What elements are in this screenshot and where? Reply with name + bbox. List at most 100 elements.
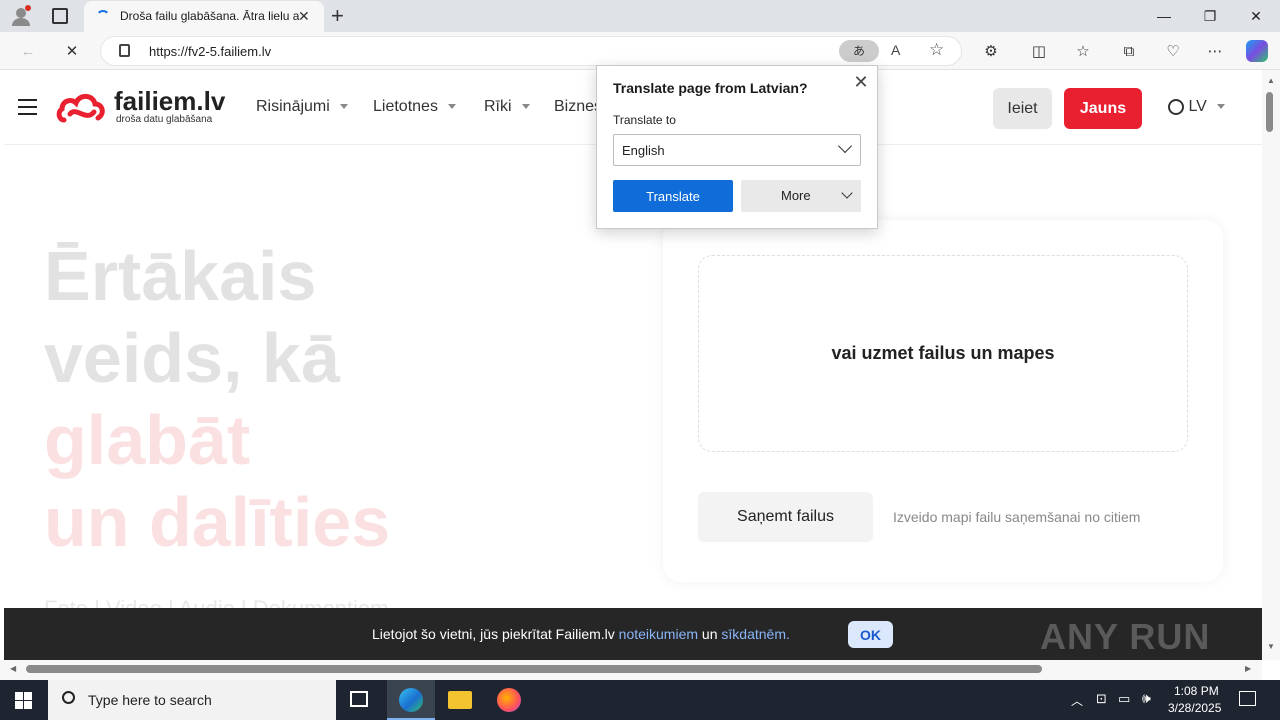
- translate-title: Translate page from Latvian?: [613, 80, 808, 96]
- globe-icon: [1168, 98, 1184, 115]
- logo-tagline: droša datu glabāšana: [116, 114, 213, 125]
- hero-line: glabāt: [44, 401, 251, 479]
- site-logo[interactable]: failiem.lv droša datu glabāšana: [56, 86, 236, 128]
- translate-button[interactable]: Translate: [613, 180, 733, 212]
- cookies-link[interactable]: sīkdatnēm.: [721, 626, 789, 642]
- vertical-scrollbar[interactable]: ▲ ▼: [1262, 70, 1280, 660]
- nav-label: Rīki: [484, 98, 512, 115]
- copilot-icon[interactable]: [1246, 40, 1268, 62]
- logo-name: failiem.lv: [114, 86, 226, 116]
- chevron-down-icon: [339, 104, 348, 110]
- new-tab-icon[interactable]: +: [331, 3, 344, 29]
- stop-icon[interactable]: ✕: [61, 40, 83, 62]
- search-placeholder: Type here to search: [88, 692, 212, 708]
- browser-tab[interactable]: Droša failu glabāšana. Ātra lielu a ✕: [84, 1, 324, 32]
- language-selector[interactable]: LV: [1168, 98, 1225, 116]
- taskbar: Type here to search ︿ ⊡ ▭ 🕪 1:08 PM 3/28…: [0, 680, 1280, 720]
- horizontal-scroll-thumb[interactable]: [26, 665, 1042, 673]
- translate-to-label: Translate to: [613, 113, 676, 127]
- notifications-icon[interactable]: [1239, 691, 1256, 706]
- settings-more-icon[interactable]: ⋯: [1204, 40, 1226, 62]
- horizontal-scrollbar[interactable]: ◀ ▶: [0, 660, 1262, 680]
- nav-biznes[interactable]: Biznes: [554, 98, 602, 116]
- login-button[interactable]: Ieiet: [993, 88, 1052, 129]
- firefox-icon[interactable]: [497, 688, 521, 712]
- file-dropzone[interactable]: vai uzmet failus un mapes: [698, 255, 1188, 452]
- more-label: More: [781, 188, 811, 203]
- language-label: LV: [1188, 98, 1207, 115]
- translate-popup: Translate page from Latvian? ✕ Translate…: [596, 65, 878, 229]
- task-view-icon[interactable]: [350, 691, 368, 707]
- hamburger-menu-icon[interactable]: [18, 99, 37, 115]
- nav-risinajumi[interactable]: Risinājumi: [256, 98, 348, 116]
- lock-icon[interactable]: [119, 44, 130, 57]
- cloud-logo-icon: [56, 93, 105, 123]
- clock-date[interactable]: 3/28/2025: [1168, 701, 1221, 715]
- scroll-left-icon[interactable]: ◀: [10, 664, 16, 673]
- network-icon[interactable]: ⊡: [1096, 691, 1107, 707]
- restore-icon[interactable]: ❐: [1187, 0, 1233, 32]
- browser-essentials-icon[interactable]: ♡: [1162, 40, 1184, 62]
- upload-card: vai uzmet failus un mapes Saņemt failus …: [663, 220, 1223, 582]
- cookie-banner: Lietojot šo vietni, jūs piekrītat Failie…: [4, 608, 1262, 660]
- profile-avatar[interactable]: [10, 5, 32, 27]
- language-select[interactable]: English: [613, 134, 861, 166]
- hero-line: Ērtākais: [44, 237, 317, 315]
- tab-actions-icon[interactable]: [52, 8, 68, 24]
- translate-icon[interactable]: あ: [839, 40, 879, 62]
- tray-chevron-icon[interactable]: ︿: [1071, 692, 1083, 709]
- scroll-down-icon[interactable]: ▼: [1267, 642, 1275, 651]
- close-icon[interactable]: ✕: [851, 72, 871, 92]
- collections-icon[interactable]: ⧉: [1118, 40, 1140, 62]
- back-icon[interactable]: ←: [17, 40, 39, 62]
- clock-time[interactable]: 1:08 PM: [1174, 684, 1219, 698]
- selected-language: English: [622, 143, 665, 158]
- hero-line: un dalīties: [44, 483, 391, 561]
- tab-title: Droša failu glabāšana. Ātra lielu a: [120, 9, 300, 23]
- register-button[interactable]: Jauns: [1064, 88, 1142, 129]
- hero-heading: Ērtākais veids, kā glabāt un dalīties: [44, 235, 390, 563]
- nav-label: Risinājumi: [256, 98, 330, 115]
- network-wired-icon[interactable]: ▭: [1118, 691, 1130, 707]
- nav-riki[interactable]: Rīki: [484, 98, 530, 116]
- window-close-icon[interactable]: ✕: [1233, 0, 1279, 32]
- nav-label: Biznes: [554, 98, 603, 115]
- cookie-text-mid: un: [701, 626, 718, 642]
- cookie-ok-button[interactable]: OK: [848, 621, 893, 648]
- edge-taskbar-icon[interactable]: [387, 680, 435, 720]
- receive-files-button[interactable]: Saņemt failus: [698, 492, 873, 542]
- chevron-down-icon: [837, 138, 853, 154]
- minimize-icon[interactable]: —: [1141, 0, 1187, 32]
- windows-start-icon[interactable]: [15, 692, 32, 709]
- favorite-star-icon[interactable]: ☆: [929, 40, 944, 60]
- receive-hint: Izveido mapi failu saņemšanai no citiem: [893, 509, 1141, 525]
- chevron-down-icon: [521, 104, 530, 110]
- cookie-text-before: Lietojot šo vietni, jūs piekrītat Failie…: [372, 626, 615, 642]
- search-icon: [62, 691, 75, 704]
- cookie-text: Lietojot šo vietni, jūs piekrītat Failie…: [372, 626, 790, 642]
- nav-lietotnes[interactable]: Lietotnes: [373, 98, 456, 116]
- more-button[interactable]: More: [741, 180, 861, 212]
- taskbar-search[interactable]: Type here to search: [48, 680, 336, 720]
- scroll-up-icon[interactable]: ▲: [1267, 76, 1275, 85]
- file-explorer-icon[interactable]: [448, 691, 472, 709]
- tab-strip: Droša failu glabāšana. Ātra lielu a ✕ + …: [0, 0, 1280, 32]
- chevron-down-icon: [447, 104, 456, 110]
- read-aloud-icon[interactable]: A: [891, 42, 900, 58]
- vertical-scroll-thumb[interactable]: [1266, 92, 1273, 132]
- address-bar[interactable]: https://fv2-5.failiem.lv あ A ☆: [100, 36, 962, 66]
- terms-link[interactable]: noteikumiem: [619, 626, 698, 642]
- chevron-down-icon: [841, 187, 853, 199]
- url-text[interactable]: https://fv2-5.failiem.lv: [149, 44, 271, 59]
- scroll-right-icon[interactable]: ▶: [1245, 664, 1251, 673]
- anyrun-watermark: ANY RUN: [1040, 616, 1211, 657]
- favorites-icon[interactable]: ☆: [1072, 40, 1094, 62]
- close-tab-icon[interactable]: ✕: [298, 8, 310, 25]
- hero-line: veids, kā: [44, 319, 340, 397]
- chevron-down-icon: [1216, 104, 1225, 110]
- loading-icon: [96, 10, 110, 24]
- volume-icon[interactable]: 🕪: [1142, 690, 1151, 707]
- split-screen-icon[interactable]: ◫: [1028, 40, 1050, 62]
- extensions-icon[interactable]: ⚙: [980, 40, 1002, 62]
- nav-label: Lietotnes: [373, 98, 438, 115]
